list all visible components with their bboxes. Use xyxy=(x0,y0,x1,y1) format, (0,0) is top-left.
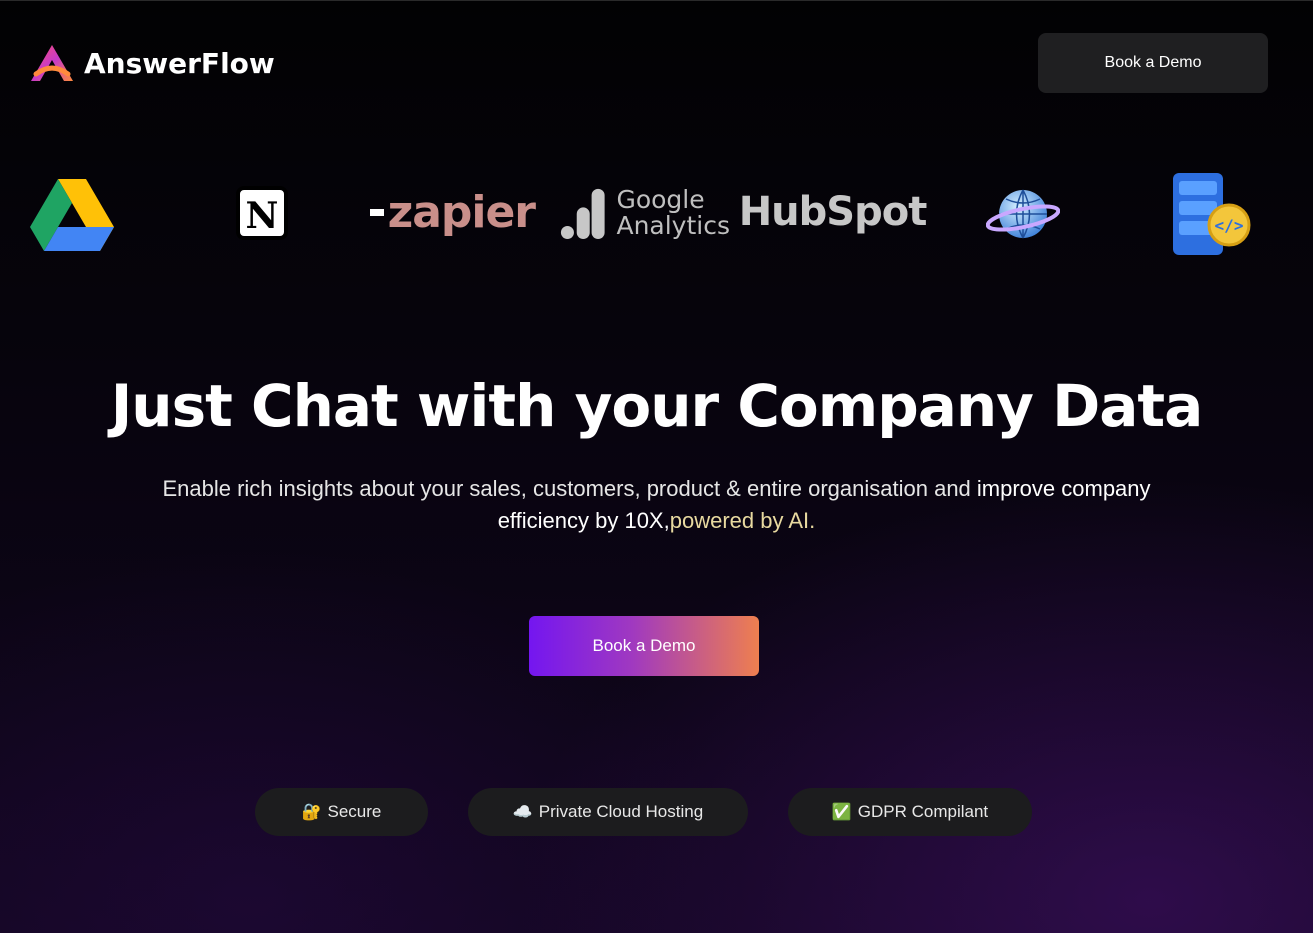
google-analytics-logo: Google Analytics xyxy=(560,182,730,244)
hero-subtitle-end: . xyxy=(809,508,816,533)
answerflow-logo-icon xyxy=(31,45,73,81)
globe-icon xyxy=(986,189,1060,239)
google-drive-icon xyxy=(30,179,114,251)
server-icon: </> xyxy=(1173,173,1251,255)
check-icon: ✅ xyxy=(831,804,852,821)
badge-gdpr: ✅ GDPR Compilant xyxy=(788,788,1032,836)
hero-subtitle-accent: powered by AI xyxy=(669,508,810,533)
lock-key-icon: 🔐 xyxy=(301,804,322,821)
badge-label: Secure xyxy=(327,802,382,821)
google-drive-logo xyxy=(30,176,114,252)
ga-line-2: Analytics xyxy=(616,211,730,240)
google-analytics-wordmark: Google Analytics xyxy=(616,187,730,239)
badge-label: Private Cloud Hosting xyxy=(538,802,704,821)
svg-text:</>: </> xyxy=(1215,216,1244,235)
zapier-dash-icon xyxy=(370,208,384,216)
hubspot-logo: HubSpot xyxy=(739,184,928,240)
brand-name: AnswerFlow xyxy=(84,46,275,80)
hubspot-wordmark: HubSpot xyxy=(738,189,928,235)
notion-logo: N xyxy=(232,180,292,246)
cloud-icon: ☁️ xyxy=(512,804,533,821)
book-demo-hero-button[interactable]: Book a Demo xyxy=(529,616,759,676)
hero-subtitle: Enable rich insights about your sales, c… xyxy=(120,473,1193,537)
badge-secure: 🔐 Secure xyxy=(255,788,428,836)
zapier-wordmark: zapier xyxy=(387,186,536,238)
badge-private-cloud: ☁️ Private Cloud Hosting xyxy=(468,788,748,836)
globe-logo xyxy=(985,184,1061,244)
hero-title: Just Chat with your Company Data xyxy=(110,372,1204,440)
site-header: AnswerFlow Book a Demo xyxy=(0,0,1313,125)
analytics-bars-icon xyxy=(560,188,605,240)
badge-label: GDPR Compilant xyxy=(857,802,989,821)
brand-logo[interactable]: AnswerFlow xyxy=(28,42,275,84)
hero-subtitle-intro: Enable rich insights about your sales, c… xyxy=(162,476,977,501)
integration-logos: N zapier Google Analytics HubSpot </> xyxy=(0,160,1313,270)
ga-line-1: Google xyxy=(616,185,705,214)
notion-icon: N xyxy=(236,186,288,240)
server-logo: </> xyxy=(1168,168,1254,260)
zapier-logo: zapier xyxy=(370,182,536,242)
svg-text:N: N xyxy=(246,195,279,237)
book-demo-header-button[interactable]: Book a Demo xyxy=(1038,33,1268,93)
